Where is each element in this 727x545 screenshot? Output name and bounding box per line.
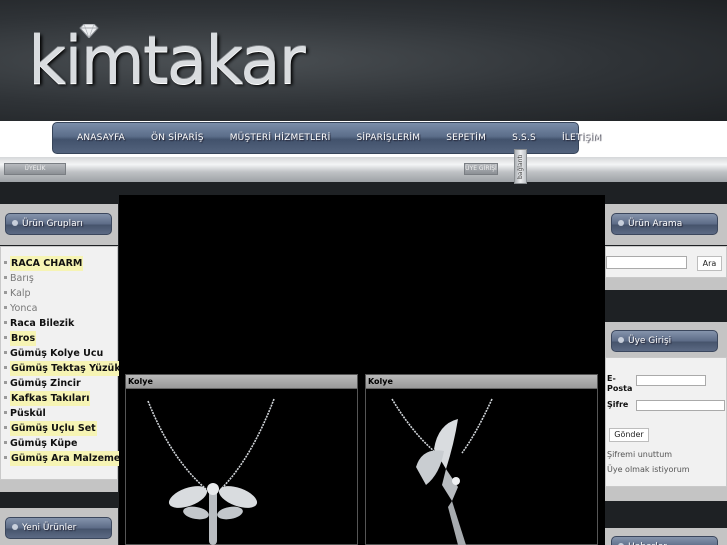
login-header: Üye Girişi: [611, 330, 718, 352]
nav-item[interactable]: S.S.S: [499, 133, 549, 143]
category-row: Gümüş Küpe: [4, 436, 122, 451]
search-button[interactable]: Ara: [697, 256, 722, 271]
category-row: Yonca: [4, 301, 122, 316]
category-link[interactable]: Barış: [10, 271, 122, 286]
bullet-icon: [4, 411, 7, 414]
search-header: Ürün Arama: [611, 213, 718, 235]
product-title: Kolye: [126, 375, 357, 389]
category-row: Püskül: [4, 406, 122, 421]
main-nav: ANASAYFA ÖN SİPARİŞ MÜŞTERİ HİZMETLERİ SİPA…: [52, 122, 601, 154]
bullet-icon: [4, 366, 7, 369]
nav-item[interactable]: ÖN SİPARİŞ: [138, 133, 217, 143]
category-row: Barış: [4, 271, 122, 286]
diamond-icon: [79, 24, 99, 38]
bullet-icon: [4, 336, 7, 339]
category-row: Raca Bilezik: [4, 316, 122, 331]
category-link[interactable]: Kalp: [10, 286, 122, 301]
search-input[interactable]: [606, 256, 687, 269]
category-link[interactable]: Gümüş Uçlu Set: [10, 421, 97, 436]
category-row: RACA CHARM: [4, 256, 122, 271]
bullet-icon: [4, 291, 7, 294]
new-products-header: Yeni Ürünler: [5, 517, 112, 539]
news-header: Haberler: [611, 536, 718, 545]
necklace-fairy-image[interactable]: [366, 389, 597, 545]
bullet-icon: [4, 276, 7, 279]
category-link[interactable]: Kafkas Takıları: [10, 391, 91, 406]
nav-item[interactable]: SİPARİŞLERİM: [343, 133, 433, 143]
site-header: kimtakar: [0, 0, 727, 121]
category-link[interactable]: Gümüş Ara Malzeme: [10, 451, 122, 466]
product-groups-header: Ürün Grupları: [5, 213, 112, 235]
category-row: Kalp: [4, 286, 122, 301]
bullet-icon: [4, 306, 7, 309]
bullet-icon: [4, 396, 7, 399]
category-link[interactable]: RACA CHARM: [10, 256, 84, 271]
bullet-icon: [4, 426, 7, 429]
category-link[interactable]: Gümüş Kolye Ucu: [10, 346, 122, 361]
nav-item[interactable]: İLETİŞİM: [549, 133, 614, 143]
product-card[interactable]: Kolye: [125, 374, 358, 545]
category-row: Bros: [4, 331, 122, 346]
email-label: E-Posta: [607, 374, 633, 393]
bullet-icon: [4, 441, 7, 444]
submit-button[interactable]: Gönder: [609, 428, 649, 442]
membership-button[interactable]: ÜYELİK: [4, 163, 66, 175]
category-row: Gümüş Tektaş Yüzük: [4, 361, 122, 376]
category-row: Gümüş Zincir: [4, 376, 122, 391]
nav-item[interactable]: ANASAYFA: [53, 133, 138, 143]
email-field[interactable]: [636, 375, 706, 386]
product-groups-footer: [0, 480, 118, 492]
category-link[interactable]: Bros: [10, 331, 37, 346]
site-logo[interactable]: kimtakar: [28, 22, 306, 99]
toolbar: [0, 157, 727, 182]
side-tab[interactable]: bağlantı: [514, 149, 527, 184]
bullet-icon: [4, 261, 7, 264]
bullet-icon: [4, 351, 7, 354]
login-footer: [605, 487, 727, 501]
product-title: Kolye: [366, 375, 597, 389]
category-link[interactable]: Yonca: [10, 301, 122, 316]
category-row: Kafkas Takıları: [4, 391, 122, 406]
category-list: RACA CHARM Barış Kalp Yonca Raca Bilezik Bros…: [4, 256, 122, 466]
category-row: Gümüş Kolye Ucu: [4, 346, 122, 361]
category-link[interactable]: Raca Bilezik: [10, 316, 122, 331]
category-row: Gümüş Ara Malzeme: [4, 451, 122, 466]
category-link[interactable]: Gümüş Zincir: [10, 376, 122, 391]
product-card[interactable]: Kolye: [365, 374, 598, 545]
category-link[interactable]: Gümüş Küpe: [10, 436, 122, 451]
necklace-dragonfly-image[interactable]: [126, 389, 357, 545]
password-label: Şifre: [607, 400, 629, 409]
register-link[interactable]: Üye olmak istiyorum: [607, 465, 690, 474]
login-toggle-button[interactable]: ÜYE GİRİŞİ: [464, 163, 498, 175]
nav-item[interactable]: SEPETİM: [433, 133, 499, 143]
category-row: Gümüş Uçlu Set: [4, 421, 122, 436]
bullet-icon: [4, 381, 7, 384]
nav-item[interactable]: MÜŞTERİ HİZMETLERİ: [217, 133, 344, 143]
password-field[interactable]: [636, 400, 725, 411]
category-link[interactable]: Gümüş Tektaş Yüzük: [10, 361, 122, 376]
forgot-password-link[interactable]: Şifremi unuttum: [607, 450, 672, 459]
bullet-icon: [4, 321, 7, 324]
category-link[interactable]: Püskül: [10, 406, 122, 421]
search-footer: [605, 278, 727, 290]
bullet-icon: [4, 456, 7, 459]
